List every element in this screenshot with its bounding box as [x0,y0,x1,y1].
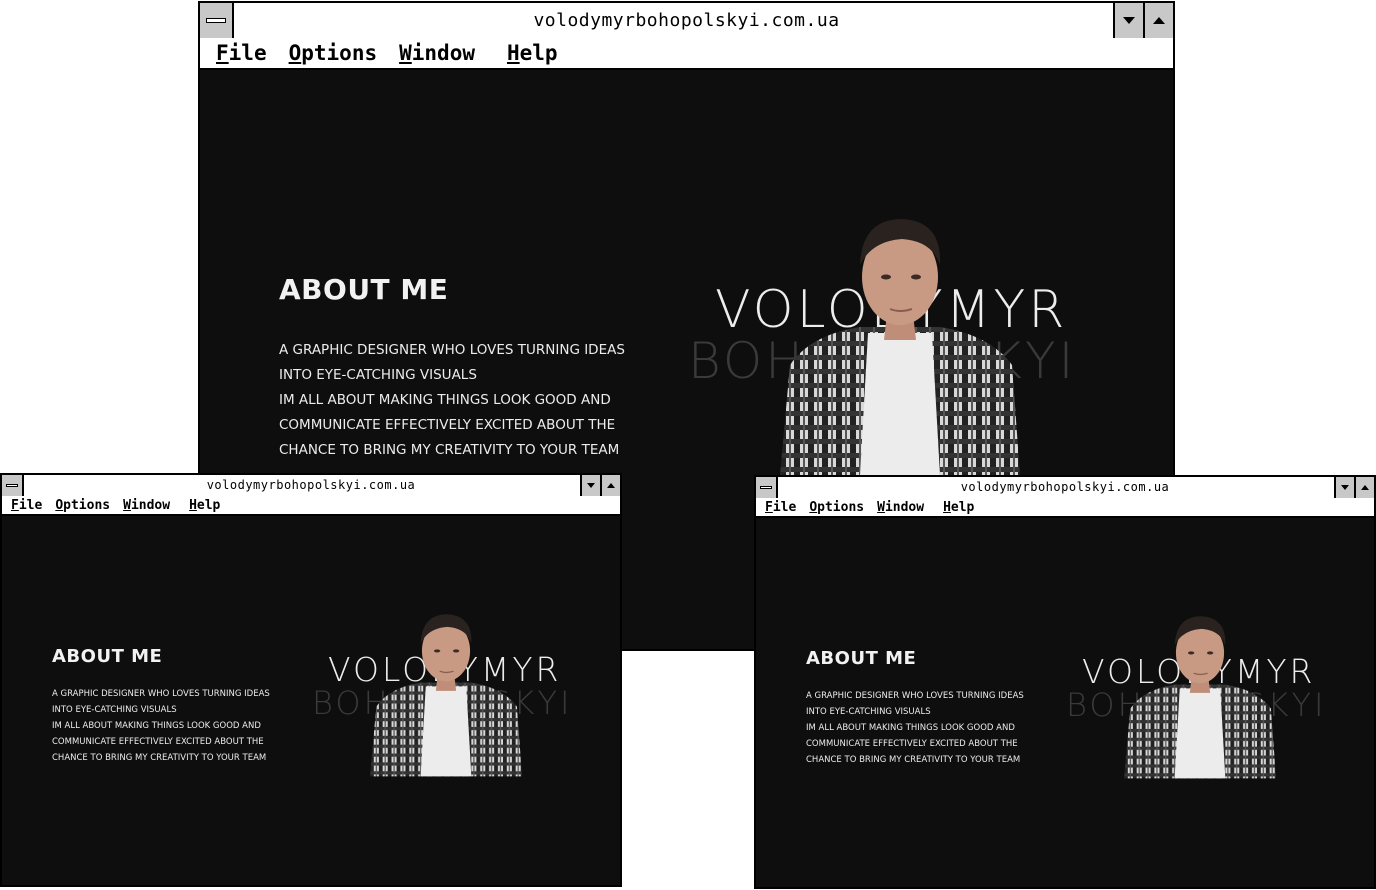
about-line: INTO EYE-CATCHING VISUALS [279,367,477,383]
about-heading: ABOUT ME [52,646,163,667]
maximize-button[interactable] [600,475,620,496]
title-bar[interactable]: volodymyrbohopolskyi.com.ua [2,475,620,498]
title-bar[interactable]: volodymyrbohopolskyi.com.ua [756,477,1374,500]
menu-options[interactable]: Options [289,41,378,65]
about-line: A GRAPHIC DESIGNER WHO LOVES TURNING IDE… [806,691,1024,701]
about-line: COMMUNICATE EFFECTIVELY EXCITED ABOUT TH… [279,417,616,433]
menu-window[interactable]: Window [399,41,475,65]
page-content: ABOUT ME A GRAPHIC DESIGNER WHO LOVES TU… [756,518,1374,887]
about-heading: ABOUT ME [279,273,449,306]
window-title: volodymyrbohopolskyi.com.ua [960,480,1170,494]
about-line: COMMUNICATE EFFECTIVELY EXCITED ABOUT TH… [806,739,1018,749]
portrait-photo [370,614,522,777]
menu-options[interactable]: Options [809,500,864,515]
about-line: CHANCE TO BRING MY CREATIVITY TO YOUR TE… [52,753,267,763]
minimize-arrow-icon [1123,17,1135,24]
menu-file[interactable]: File [216,41,267,65]
maximize-button[interactable] [1143,3,1173,38]
maximize-button[interactable] [1354,477,1374,498]
title-bar[interactable]: volodymyrbohopolskyi.com.ua [200,3,1173,40]
menu-window[interactable]: Window [877,500,924,515]
about-line: IM ALL ABOUT MAKING THINGS LOOK GOOD AND [52,721,261,731]
browser-window-small-left: volodymyrbohopolskyi.com.ua File Options… [0,473,622,887]
about-text: A GRAPHIC DESIGNER WHO LOVES TURNING IDE… [279,338,625,463]
window-title: volodymyrbohopolskyi.com.ua [206,478,416,492]
about-line: COMMUNICATE EFFECTIVELY EXCITED ABOUT TH… [52,737,264,747]
menu-help[interactable]: Help [943,500,974,515]
window-title: volodymyrbohopolskyi.com.ua [533,10,840,31]
about-line: A GRAPHIC DESIGNER WHO LOVES TURNING IDE… [279,342,625,358]
minimize-button[interactable] [1334,477,1354,498]
about-line: CHANCE TO BRING MY CREATIVITY TO YOUR TE… [279,442,620,458]
menu-help[interactable]: Help [189,498,220,513]
portrait-photo [1124,616,1276,779]
about-text: A GRAPHIC DESIGNER WHO LOVES TURNING IDE… [806,688,1024,768]
about-line: IM ALL ABOUT MAKING THINGS LOOK GOOD AND [279,392,611,408]
page-content: ABOUT ME A GRAPHIC DESIGNER WHO LOVES TU… [2,516,620,885]
about-line: A GRAPHIC DESIGNER WHO LOVES TURNING IDE… [52,689,270,699]
menu-file[interactable]: File [765,500,796,515]
portrait-photo [780,219,1020,475]
about-heading: ABOUT ME [806,648,917,669]
minimize-button[interactable] [1113,3,1143,38]
menu-bar: File Options Window Help [756,498,1374,518]
menu-options[interactable]: Options [55,498,110,513]
maximize-arrow-icon [607,483,615,488]
minimize-arrow-icon [1341,485,1349,490]
menu-bar: File Options Window Help [2,496,620,516]
maximize-arrow-icon [1153,17,1165,24]
about-text: A GRAPHIC DESIGNER WHO LOVES TURNING IDE… [52,686,270,766]
maximize-arrow-icon [1361,485,1369,490]
menu-help[interactable]: Help [507,41,558,65]
minimize-button[interactable] [580,475,600,496]
about-line: IM ALL ABOUT MAKING THINGS LOOK GOOD AND [806,723,1015,733]
menu-file[interactable]: File [11,498,42,513]
browser-window-small-right: volodymyrbohopolskyi.com.ua File Options… [754,475,1376,889]
minimize-arrow-icon [587,483,595,488]
menu-bar: File Options Window Help [200,38,1173,70]
about-line: CHANCE TO BRING MY CREATIVITY TO YOUR TE… [806,755,1021,765]
menu-window[interactable]: Window [123,498,170,513]
about-line: INTO EYE-CATCHING VISUALS [52,705,177,715]
about-line: INTO EYE-CATCHING VISUALS [806,707,931,717]
